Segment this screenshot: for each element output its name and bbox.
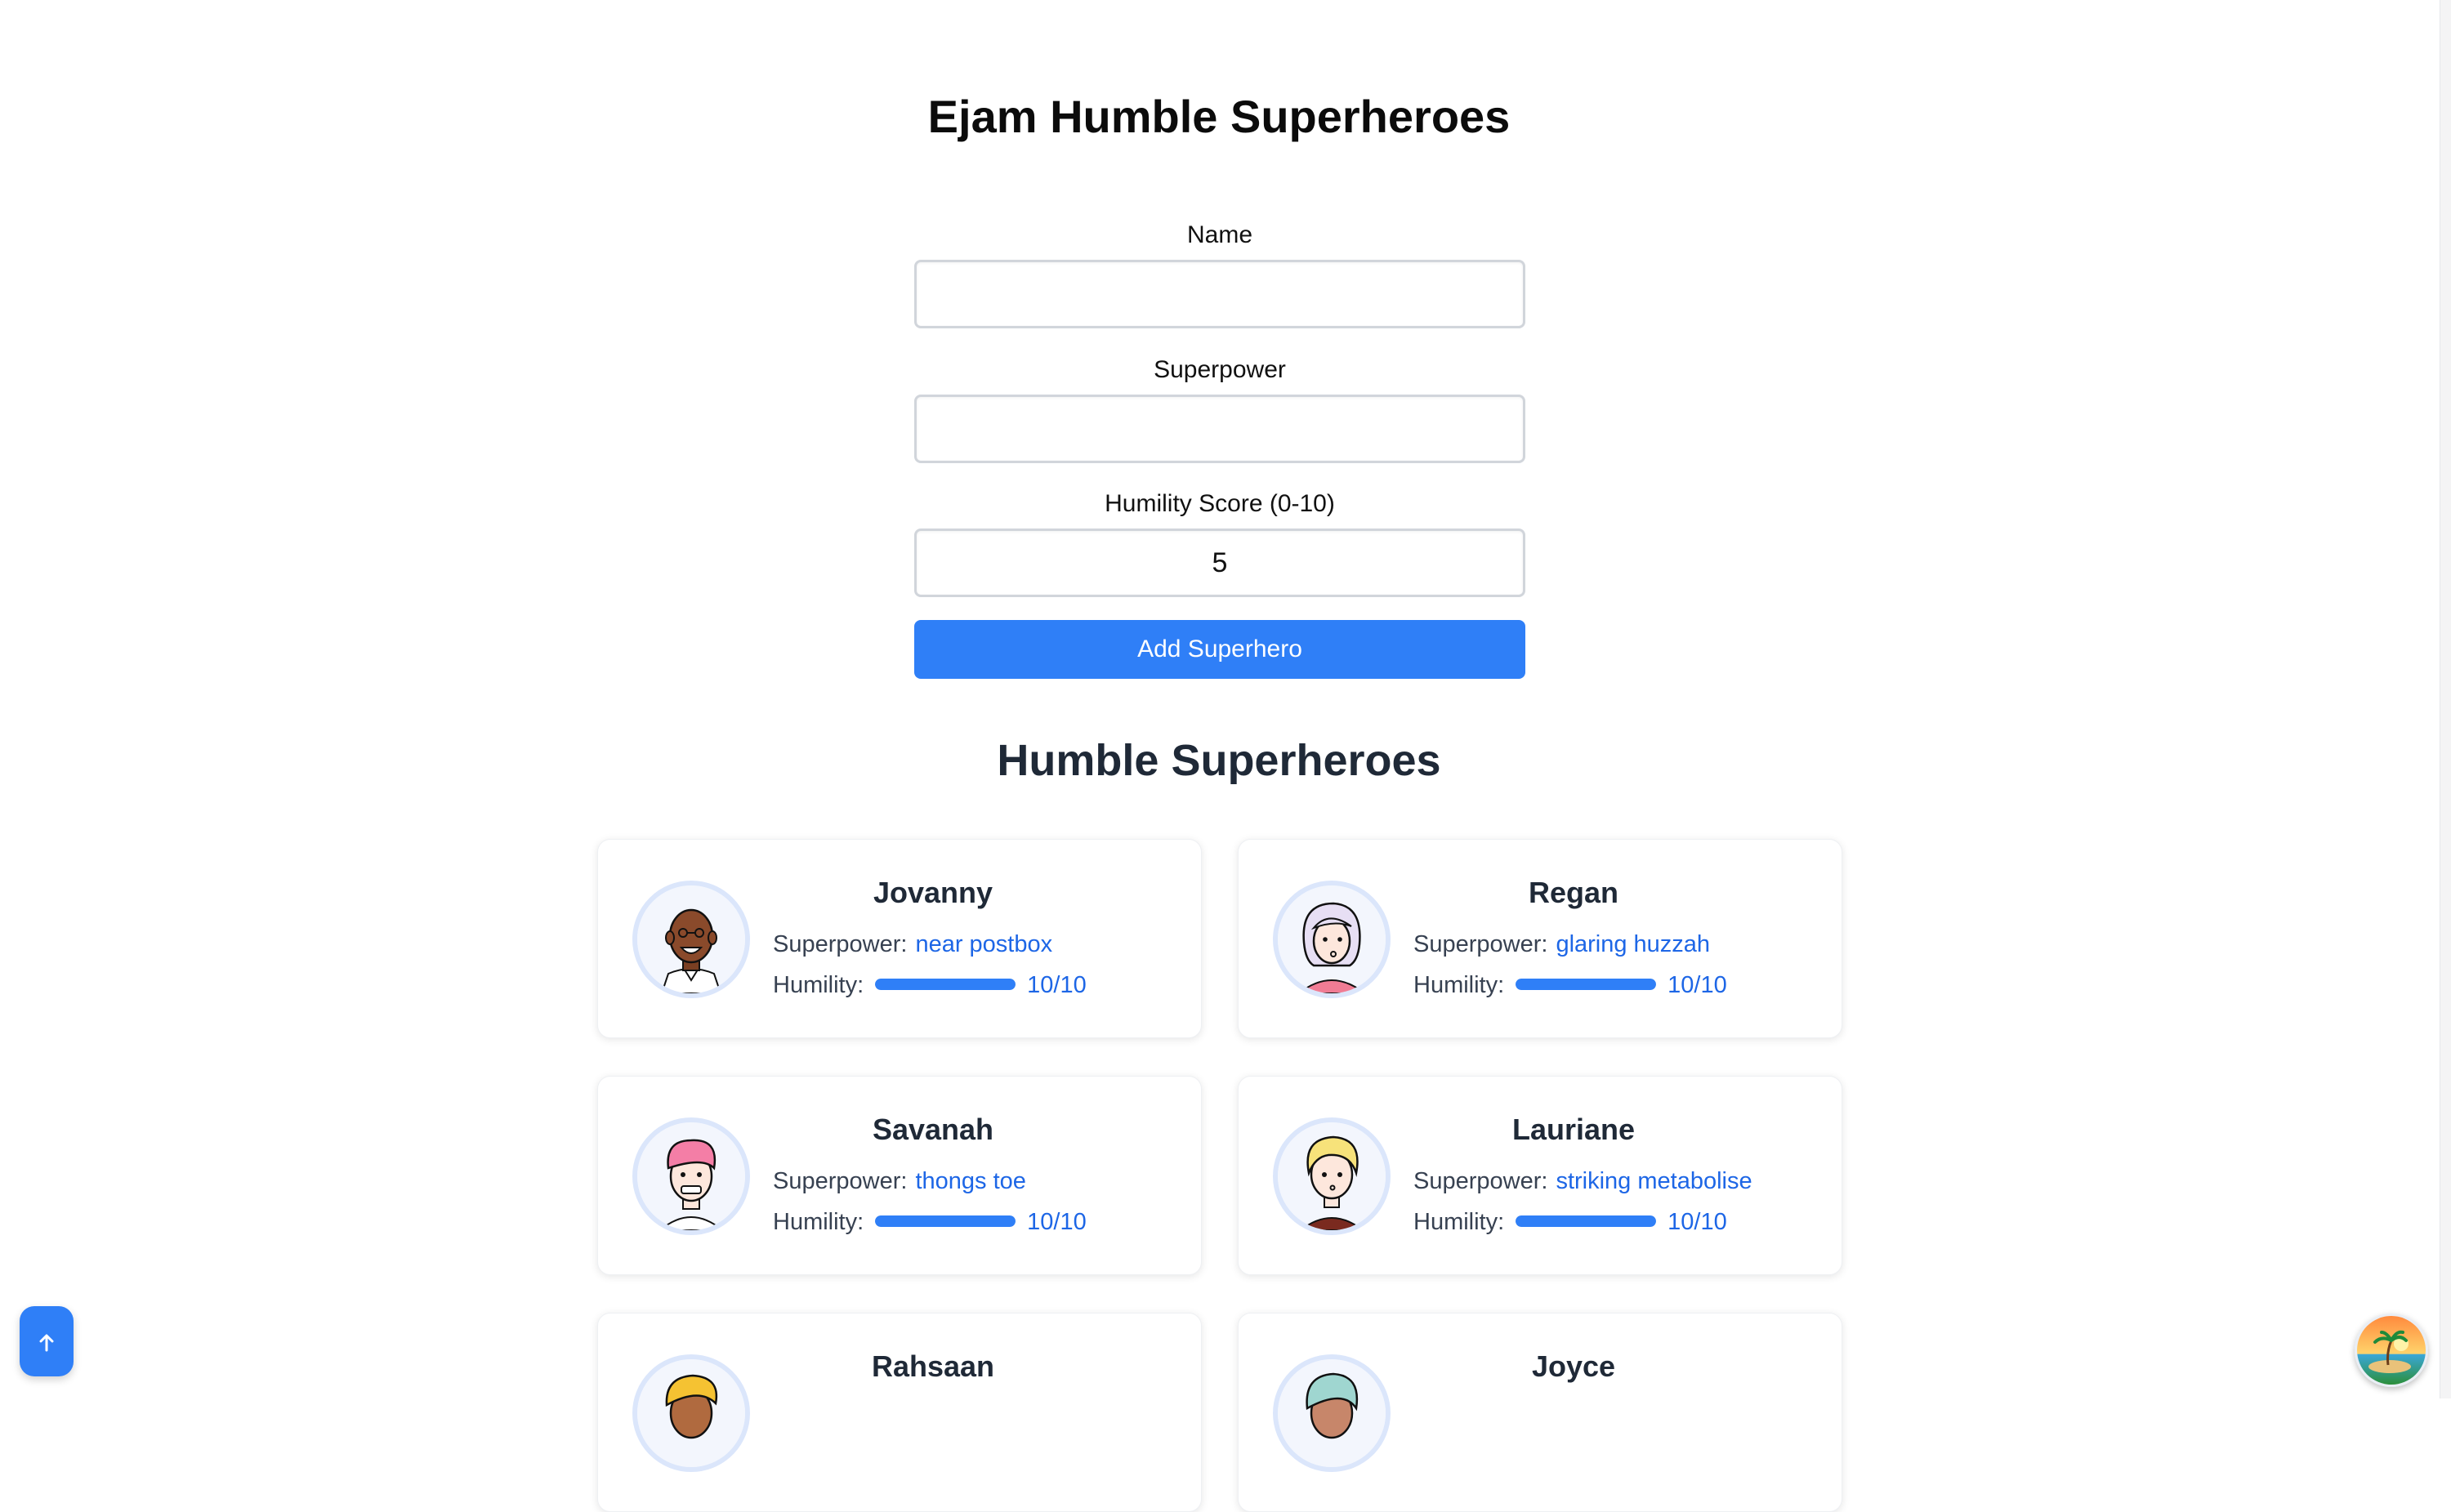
hero-card: Lauriane Superpower: striking metabolise …: [1238, 1076, 1842, 1275]
superpower-label: Superpower:: [1413, 1168, 1548, 1194]
avatar-white-hair-woman-icon: [1278, 885, 1386, 993]
humility-score: 10/10: [1027, 972, 1087, 998]
theme-toggle-button[interactable]: [2355, 1314, 2428, 1387]
humility-score: 10/10: [1667, 1209, 1727, 1235]
humility-bar-fill: [1516, 1215, 1657, 1228]
superpower-label: Superpower: [1154, 356, 1286, 383]
avatar-teal-hair-person-icon: [1278, 1359, 1386, 1467]
scroll-to-top-button[interactable]: [20, 1306, 74, 1376]
humility-label: Humility:: [1413, 1209, 1505, 1235]
avatar-yellow-hair-man-icon: [637, 1359, 745, 1467]
superpower-label: Superpower:: [1413, 931, 1548, 957]
hero-name: Joyce: [1531, 1349, 1616, 1383]
hero-name: Rahsaan: [871, 1349, 995, 1383]
humility-score-label: Humility Score (0-10): [1105, 490, 1335, 517]
avatar: [1273, 881, 1391, 998]
superpower-row: Superpower: glaring huzzah: [1413, 931, 1710, 958]
hero-name: Regan: [1528, 876, 1619, 909]
add-superhero-button[interactable]: Add Superhero: [914, 620, 1525, 679]
humility-label: Humility:: [773, 1209, 864, 1235]
humility-bar: [1516, 1215, 1657, 1228]
superpower-value: striking metabolise: [1556, 1168, 1752, 1194]
humility-bar: [1516, 979, 1657, 991]
avatar-blonde-person-icon: [1278, 1122, 1386, 1230]
humility-row: Humility: 10/10: [773, 972, 1087, 999]
humility-row: Humility: 10/10: [1413, 972, 1727, 999]
humility-bar: [875, 1215, 1016, 1228]
superpower-label: Superpower:: [773, 931, 908, 957]
hero-name: Savanah: [872, 1113, 994, 1146]
humility-bar-fill: [875, 979, 1016, 991]
arrow-up-icon: [39, 1334, 54, 1352]
humility-label: Humility:: [1413, 972, 1505, 998]
humility-bar-fill: [1516, 979, 1657, 991]
superpower-row: Superpower: near postbox: [773, 931, 1052, 958]
superpower-value: near postbox: [915, 931, 1053, 957]
humility-row: Humility: 10/10: [773, 1209, 1087, 1236]
hero-card: Savanah Superpower: thongs toe Humility: 1…: [597, 1076, 1202, 1275]
hero-card: Jovanny Superpower: near postbox Humility…: [597, 839, 1202, 1038]
superpower-row: Superpower: striking metabolise: [1413, 1168, 1752, 1195]
superpower-value: glaring huzzah: [1556, 931, 1711, 957]
humility-score-input[interactable]: [914, 529, 1525, 597]
superpower-row: Superpower: thongs toe: [773, 1168, 1026, 1195]
avatar: [632, 1354, 750, 1472]
humility-score: 10/10: [1027, 1209, 1087, 1235]
superpower-value: thongs toe: [915, 1168, 1026, 1194]
list-title: Humble Superheroes: [997, 736, 1441, 785]
name-input[interactable]: [914, 260, 1525, 328]
superpower-input[interactable]: [914, 395, 1525, 463]
avatar-bald-man-icon: [637, 885, 745, 993]
superpower-label: Superpower:: [773, 1168, 908, 1194]
island-sunset-icon: [2357, 1316, 2426, 1385]
hero-card: Joyce: [1238, 1313, 1842, 1512]
hero-name: Lauriane: [1511, 1113, 1636, 1146]
humility-score: 10/10: [1667, 972, 1727, 998]
hero-name: Jovanny: [873, 876, 993, 909]
humility-label: Humility:: [773, 972, 864, 998]
hero-card: Regan Superpower: glaring huzzah Humility…: [1238, 839, 1842, 1038]
humility-row: Humility: 10/10: [1413, 1209, 1727, 1236]
avatar: [632, 881, 750, 998]
humility-bar-fill: [875, 1215, 1016, 1228]
hero-card: Rahsaan: [597, 1313, 1202, 1512]
page-scrollbar[interactable]: [2440, 0, 2451, 1398]
name-label: Name: [1186, 221, 1253, 248]
page-title: Ejam Humble Superheroes: [927, 91, 1511, 142]
humility-bar: [875, 979, 1016, 991]
avatar-pink-hair-man-icon: [637, 1122, 745, 1230]
avatar: [1273, 1354, 1391, 1472]
avatar: [632, 1117, 750, 1235]
avatar: [1273, 1117, 1391, 1235]
